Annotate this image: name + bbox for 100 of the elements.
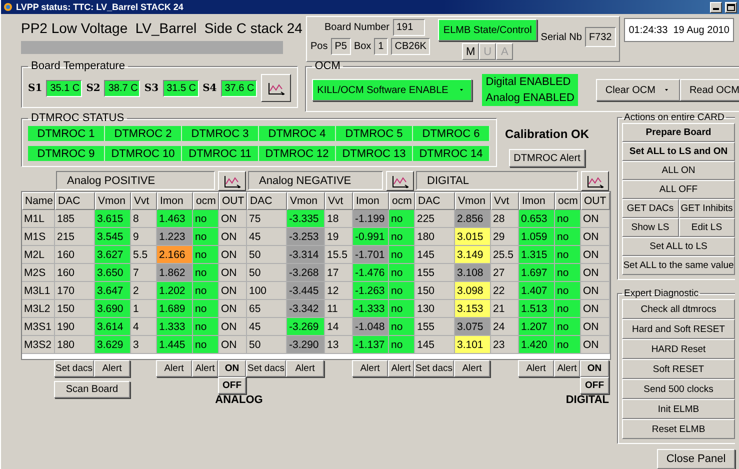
switch-button[interactable]: ON bbox=[580, 360, 609, 377]
column-button[interactable]: Alert bbox=[454, 360, 490, 377]
table-cell: 17 bbox=[325, 264, 353, 282]
board-number-field: 191 bbox=[392, 19, 424, 36]
dtmroc-status-cell: DTMROC 14 bbox=[413, 146, 490, 161]
action-button[interactable]: ALL OFF bbox=[622, 180, 735, 199]
column-button[interactable]: Alert bbox=[156, 360, 192, 377]
temperature-field: 38.7 C bbox=[104, 80, 140, 96]
table-cell: M2S bbox=[22, 264, 55, 282]
action-button[interactable]: Set ALL to LS and ON bbox=[622, 142, 735, 161]
table-cell: 3.614 bbox=[95, 318, 131, 336]
column-button[interactable]: Alert bbox=[352, 360, 388, 377]
table-cell: ON bbox=[219, 318, 247, 336]
chart-button[interactable] bbox=[260, 74, 291, 102]
switch-button[interactable]: OFF bbox=[218, 377, 246, 394]
table-cell: 170 bbox=[55, 282, 95, 300]
table-cell: no bbox=[389, 246, 415, 264]
action-button[interactable]: Set ALL to LS bbox=[622, 237, 735, 256]
close-panel-button[interactable]: Close Panel bbox=[657, 449, 735, 469]
maximize-icon bbox=[727, 4, 735, 10]
chart-button[interactable] bbox=[218, 171, 246, 191]
action-button[interactable]: Set ALL to the same value bbox=[622, 256, 735, 275]
diagnostic-button[interactable]: Check all dtmrocs bbox=[622, 299, 735, 319]
column-button[interactable]: Alert bbox=[554, 360, 580, 377]
diagnostic-button[interactable]: HARD Reset bbox=[622, 339, 735, 359]
chart-button[interactable] bbox=[581, 171, 609, 191]
table-cell: M3L2 bbox=[22, 300, 55, 318]
table-cell: 21 bbox=[491, 300, 519, 318]
column-button[interactable]: Alert bbox=[518, 360, 554, 377]
table-cell: 3.108 bbox=[455, 264, 491, 282]
column-button[interactable]: Alert bbox=[388, 360, 414, 377]
column-button[interactable]: Alert bbox=[286, 360, 324, 377]
action-button[interactable]: Prepare Board bbox=[622, 123, 735, 142]
column-button[interactable]: Set dacs bbox=[246, 360, 286, 377]
table-cell: 2.166 bbox=[157, 246, 193, 264]
table-cell: 29 bbox=[491, 228, 519, 246]
table-cell: 160 bbox=[55, 264, 95, 282]
mode-button[interactable]: M bbox=[462, 43, 480, 60]
elmb-control-button[interactable]: ELMB State/Control bbox=[438, 19, 537, 41]
maximize-button[interactable] bbox=[725, 2, 737, 12]
table-cell: -1.701 bbox=[353, 246, 389, 264]
dtmroc-status-cell: DTMROC 10 bbox=[105, 146, 182, 161]
table-cell: 22 bbox=[491, 282, 519, 300]
dtmroc-status-cell: DTMROC 3 bbox=[182, 126, 259, 141]
table-cell: 75 bbox=[247, 210, 287, 228]
column-header: Imon bbox=[519, 192, 555, 210]
diagnostic-button[interactable]: Send 500 clocks bbox=[622, 379, 735, 399]
column-header: DAC bbox=[415, 192, 455, 210]
switch-button[interactable]: OFF bbox=[580, 377, 609, 394]
board-number-label: Board Number bbox=[324, 22, 390, 33]
action-button[interactable]: Edit LS bbox=[678, 218, 735, 237]
table-cell: no bbox=[193, 264, 219, 282]
action-button[interactable]: ALL ON bbox=[622, 161, 735, 180]
table-cell: 1.059 bbox=[519, 228, 555, 246]
column-button[interactable]: Set dacs bbox=[414, 360, 454, 377]
table-cell: ON bbox=[581, 264, 610, 282]
table-cell: 45 bbox=[247, 228, 287, 246]
column-button[interactable]: Alert bbox=[192, 360, 218, 377]
table-cell: 50 bbox=[247, 246, 287, 264]
action-button[interactable]: GET DACs bbox=[622, 199, 678, 218]
diagnostic-button[interactable]: Reset ELMB bbox=[622, 419, 735, 439]
scan-board-button[interactable]: Scan Board bbox=[54, 381, 130, 398]
minimize-button[interactable] bbox=[710, 2, 722, 12]
diagnostic-button[interactable]: Soft RESET bbox=[622, 359, 735, 379]
action-button[interactable]: GET Inhibits bbox=[678, 199, 735, 218]
table-cell: ON bbox=[219, 336, 247, 354]
column-header: DAC bbox=[247, 192, 287, 210]
column-button[interactable]: Set dacs bbox=[54, 360, 94, 377]
table-cell: 1.513 bbox=[519, 300, 555, 318]
dtmroc-status-cell: DTMROC 4 bbox=[259, 126, 336, 141]
calibration-status: Calibration OK bbox=[505, 127, 590, 141]
action-button[interactable]: Show LS bbox=[622, 218, 678, 237]
column-button[interactable]: Alert bbox=[94, 360, 130, 377]
datetime-field: 01:24:33 19 Aug 2010 bbox=[624, 18, 734, 42]
ocm-button[interactable]: Clear OCM bbox=[596, 79, 680, 101]
table-cell: 1.445 bbox=[157, 336, 193, 354]
table-cell: 3.545 bbox=[95, 228, 131, 246]
table-cell: 150 bbox=[55, 300, 95, 318]
table-cell: 1 bbox=[131, 300, 157, 318]
section-label: DIGITAL bbox=[566, 394, 609, 408]
diagnostic-button[interactable]: Hard and Soft RESET bbox=[622, 319, 735, 339]
section-label: ANALOG bbox=[215, 394, 263, 408]
chart-button[interactable] bbox=[386, 171, 414, 191]
diagnostic-button[interactable]: Init ELMB bbox=[622, 399, 735, 419]
column-header: Imon bbox=[353, 192, 389, 210]
switch-button[interactable]: ON bbox=[218, 360, 246, 377]
line-chart-icon bbox=[266, 82, 285, 94]
ocm-button[interactable]: Read OCM bbox=[680, 79, 739, 101]
table-cell: 19 bbox=[325, 228, 353, 246]
table-cell: 4 bbox=[131, 318, 157, 336]
dtmroc-status-cell: DTMROC 9 bbox=[28, 146, 105, 161]
dtmroc-status-cell: DTMROC 6 bbox=[413, 126, 490, 141]
ocm-mode-dropdown[interactable]: KILL/OCM Software ENABLE bbox=[312, 79, 472, 101]
table-cell: 28 bbox=[491, 210, 519, 228]
dtmroc-alert-button[interactable]: DTMROC Alert bbox=[508, 149, 586, 167]
table-cell: 2.856 bbox=[455, 210, 491, 228]
table-cell: 3.015 bbox=[455, 228, 491, 246]
table-cell: 9 bbox=[131, 228, 157, 246]
column-header: ocm bbox=[193, 192, 219, 210]
table-cell: ON bbox=[581, 318, 610, 336]
